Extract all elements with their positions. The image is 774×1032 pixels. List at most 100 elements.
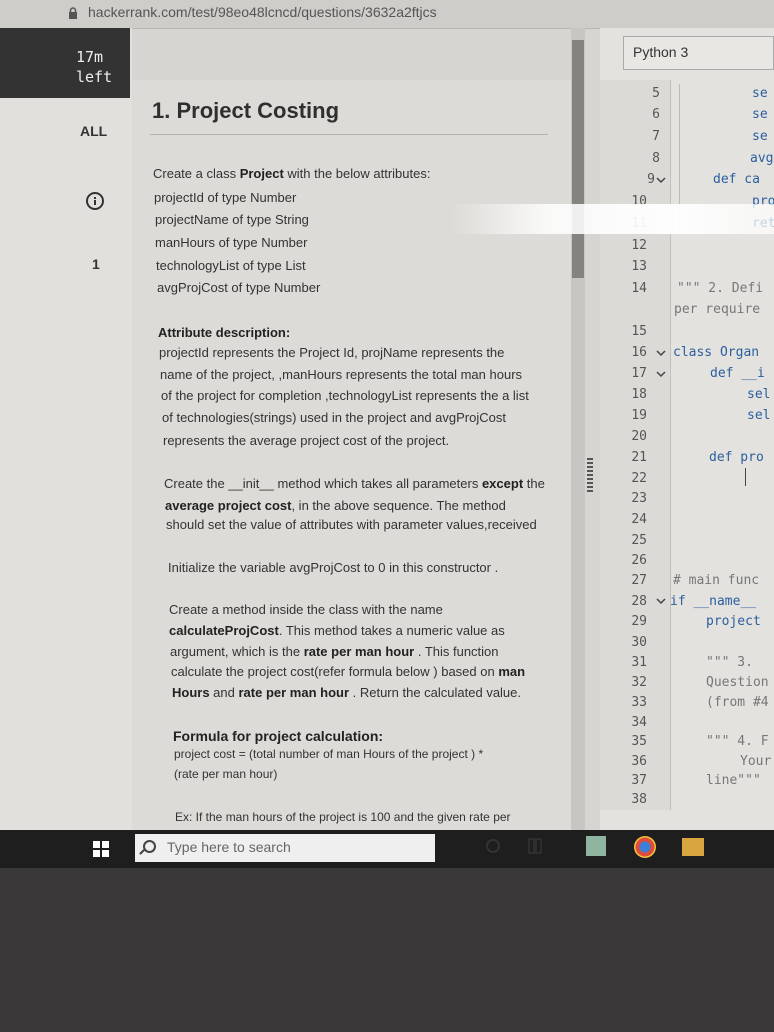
- scrollbar-thumb[interactable]: [572, 40, 584, 278]
- code-text[interactable]: se: [752, 129, 768, 144]
- method-text-line2: calculateProjCost. This method takes a n…: [169, 623, 505, 638]
- code-text[interactable]: project: [706, 614, 761, 629]
- method-text-line3: argument, which is the rate per man hour…: [170, 644, 499, 659]
- code-text[interactable]: line""": [706, 773, 761, 788]
- line-number: 33: [631, 695, 647, 710]
- line-number: 9: [647, 172, 655, 187]
- line-number: 26: [631, 553, 647, 568]
- fold-chevron-icon[interactable]: [656, 176, 666, 184]
- line-number: 21: [631, 450, 647, 465]
- code-text[interactable]: se: [752, 86, 768, 101]
- line-number: 14: [631, 281, 647, 296]
- line-number: 36: [631, 754, 647, 769]
- file-explorer-icon[interactable]: [682, 838, 704, 856]
- code-text[interactable]: def pro: [709, 450, 764, 465]
- line-number: 13: [631, 259, 647, 274]
- code-text[interactable]: # main func: [673, 573, 759, 588]
- line-number: 38: [631, 792, 647, 807]
- timer-value: 17m: [76, 48, 104, 66]
- line-number: 35: [631, 734, 647, 749]
- screen: hackerrank.com/test/98eo48lcncd/question…: [0, 0, 774, 868]
- line-number: 25: [631, 533, 647, 548]
- code-text[interactable]: def ca: [713, 172, 760, 187]
- init-avg-text: Initialize the variable avgProjCost to 0…: [168, 560, 499, 575]
- line-number: 19: [631, 408, 647, 423]
- formula-line: project cost = (total number of man Hour…: [174, 747, 484, 761]
- fold-chevron-icon[interactable]: [656, 370, 666, 378]
- code-text[interactable]: if __name__: [670, 594, 756, 609]
- question-sidebar: [0, 28, 132, 838]
- line-number: 12: [631, 238, 647, 253]
- line-number: 23: [631, 491, 647, 506]
- init-text-line2: average project cost, in the above seque…: [165, 498, 506, 513]
- info-icon[interactable]: [86, 192, 104, 210]
- attribute-item: projectId of type Number: [154, 190, 297, 205]
- chrome-icon[interactable]: [634, 836, 656, 858]
- code-text[interactable]: """ 4. F: [706, 734, 769, 749]
- formula-line: (rate per man hour): [174, 767, 278, 781]
- line-number: 16: [631, 345, 647, 360]
- line-number: 5: [652, 86, 660, 101]
- code-text[interactable]: Your: [740, 754, 771, 769]
- code-text[interactable]: """ 3.: [706, 655, 753, 670]
- problem-title: 1. Project Costing: [152, 98, 340, 123]
- method-text-line1: Create a method inside the class with th…: [169, 602, 443, 617]
- init-text-line3: should set the value of attributes with …: [166, 517, 537, 532]
- fold-chevron-icon[interactable]: [656, 349, 666, 357]
- line-number: 20: [631, 429, 647, 444]
- line-number: 29: [631, 614, 647, 629]
- line-number: 7: [652, 129, 660, 144]
- attribute-item: avgProjCost of type Number: [157, 280, 321, 295]
- method-text-line5: Hours and rate per man hour . Return the…: [172, 685, 522, 700]
- screen-glare: [450, 204, 774, 234]
- code-text[interactable]: per require: [674, 302, 760, 317]
- attr-desc-line: of technologies(strings) used in the pro…: [162, 410, 506, 425]
- windows-start-icon[interactable]: [93, 841, 109, 857]
- line-number: 31: [631, 655, 647, 670]
- text-cursor: [745, 468, 746, 486]
- timer-panel: 17m left: [0, 28, 130, 98]
- line-number: 24: [631, 512, 647, 527]
- attr-desc-line: represents the average project cost of t…: [163, 433, 450, 448]
- line-number: 37: [631, 773, 647, 788]
- taskbar-app-icon[interactable]: [586, 836, 606, 856]
- search-placeholder[interactable]: Type here to search: [167, 839, 291, 855]
- example-line: Ex: If the man hours of the project is 1…: [175, 810, 511, 824]
- code-text[interactable]: avg: [750, 151, 773, 166]
- code-text[interactable]: def __i: [710, 366, 765, 381]
- cortana-icon[interactable]: [486, 839, 500, 853]
- code-text[interactable]: Question: [706, 675, 769, 690]
- intro-text: Create a class Project with the below at…: [153, 166, 431, 181]
- browser-url-bar[interactable]: hackerrank.com/test/98eo48lcncd/question…: [0, 0, 774, 29]
- attr-desc-line: name of the project, ,manHours represent…: [160, 367, 523, 382]
- code-text[interactable]: (from #4: [706, 695, 769, 710]
- line-number: 18: [631, 387, 647, 402]
- formula-heading: Formula for project calculation:: [173, 728, 384, 744]
- line-number: 34: [631, 715, 647, 730]
- task-view-icon[interactable]: [528, 838, 542, 854]
- code-text[interactable]: sel: [747, 408, 770, 423]
- title-divider: [150, 134, 548, 135]
- line-number: 6: [652, 107, 660, 122]
- code-text[interactable]: sel: [747, 387, 770, 402]
- code-text[interactable]: """ 2. Defi: [677, 281, 763, 296]
- language-select[interactable]: Python 3: [623, 36, 774, 70]
- init-text-line1: Create the __init__ method which takes a…: [164, 476, 545, 491]
- lock-icon: [69, 7, 77, 19]
- line-number: 15: [631, 324, 647, 339]
- attribute-item: technologyList of type List: [156, 258, 306, 273]
- line-number: 22: [631, 471, 647, 486]
- method-text-line4: calculate the project cost(refer formula…: [171, 664, 526, 679]
- fold-chevron-icon[interactable]: [656, 597, 666, 605]
- line-number: 27: [631, 573, 647, 588]
- browser-url[interactable]: hackerrank.com/test/98eo48lcncd/question…: [88, 4, 437, 20]
- panel-resize-handle[interactable]: [587, 458, 593, 494]
- line-number: 32: [631, 675, 647, 690]
- line-number: 28: [631, 594, 647, 609]
- code-text[interactable]: se: [752, 107, 768, 122]
- code-text[interactable]: class Organ: [673, 345, 759, 360]
- line-number: 17: [631, 366, 647, 381]
- attr-desc-heading: Attribute description:: [158, 325, 291, 340]
- line-number: 30: [631, 635, 647, 650]
- timer-label: left: [76, 68, 113, 86]
